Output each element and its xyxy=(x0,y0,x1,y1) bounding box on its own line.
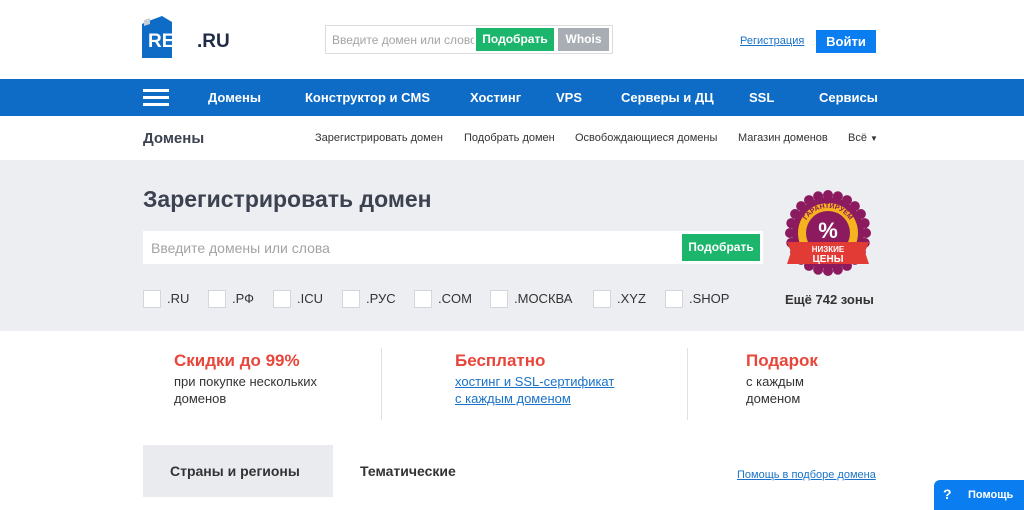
promo-heading: Скидки до 99% xyxy=(174,351,300,370)
domain-search-input[interactable] xyxy=(332,31,474,48)
promo-line: при покупке нескольких xyxy=(174,374,317,389)
promo-heading: Подарок xyxy=(746,351,818,370)
nav-item-hosting[interactable]: Хостинг xyxy=(470,79,521,116)
promo-gift: Подарок с каждым доменом xyxy=(746,351,818,407)
section-title: Домены xyxy=(143,130,205,147)
promo-free: Бесплатно хостинг и SSL-сертификат с каж… xyxy=(455,351,614,407)
logo-suffix: .RU xyxy=(197,31,230,52)
more-zones-link[interactable]: Ещё 742 зоны xyxy=(785,292,874,307)
help-label: Помощь xyxy=(968,489,1014,501)
low-price-badge: ГАРАНТИРУЕМ % НИЗКИЕ ЦЕНЫ xyxy=(785,190,871,276)
reg-ru-logo[interactable]: REG .RU xyxy=(142,14,237,60)
whois-button[interactable]: Whois xyxy=(558,28,609,51)
checkbox[interactable] xyxy=(593,290,611,308)
promo-text: хостинг и SSL-сертификат с каждым домено… xyxy=(455,373,614,407)
zone-label: .РУС xyxy=(366,291,396,306)
checkbox[interactable] xyxy=(273,290,291,308)
logo-text: REG xyxy=(148,31,189,52)
zone-label: .COM xyxy=(438,291,472,306)
page-title: Зарегистрировать домен xyxy=(143,186,432,212)
menu-icon[interactable] xyxy=(143,89,169,106)
hero-pick-button[interactable]: Подобрать xyxy=(682,234,760,261)
tab-thematic[interactable]: Тематические xyxy=(360,463,456,479)
promo-text: при покупке нескольких доменов xyxy=(174,373,317,407)
hero-domain-input[interactable] xyxy=(151,239,671,257)
checkbox[interactable] xyxy=(490,290,508,308)
zone-label: .РФ xyxy=(232,291,255,306)
subnav-domain-shop[interactable]: Магазин доменов xyxy=(738,132,828,144)
divider xyxy=(687,348,688,420)
checkbox[interactable] xyxy=(342,290,360,308)
zone-label: .SHOP xyxy=(689,291,730,306)
login-button[interactable]: Войти xyxy=(816,30,876,53)
site-header: REG .RU Подобрать Whois Регистрация Войт… xyxy=(0,0,1024,79)
domain-search-box: Подобрать Whois xyxy=(325,25,613,54)
nav-item-domains[interactable]: Домены xyxy=(208,79,261,116)
percent-symbol: % xyxy=(818,218,838,243)
promo-line: доменом xyxy=(746,391,801,406)
subnav-all-dropdown[interactable]: Всё ▼ xyxy=(848,132,878,144)
main-nav: Домены Конструктор и CMS Хостинг VPS Сер… xyxy=(0,79,1024,116)
nav-item-servers[interactable]: Серверы и ДЦ xyxy=(621,79,714,116)
promo-text: с каждым доменом xyxy=(746,373,818,407)
zone-label: .XYZ xyxy=(617,291,646,306)
nav-item-ssl[interactable]: SSL xyxy=(749,79,774,116)
checkbox[interactable] xyxy=(665,290,683,308)
checkbox[interactable] xyxy=(208,290,226,308)
badge-ribbon-line1: НИЗКИЕ xyxy=(812,245,845,254)
nav-item-vps[interactable]: VPS xyxy=(556,79,582,116)
promo-line: доменов xyxy=(174,391,227,406)
nav-item-builder-cms[interactable]: Конструктор и CMS xyxy=(305,79,430,116)
nav-item-services[interactable]: Сервисы xyxy=(819,79,878,116)
subnav-all-label: Всё xyxy=(848,132,867,144)
sub-nav: Домены Зарегистрировать домен Подобрать … xyxy=(0,116,1024,160)
promo-discount: Скидки до 99% при покупке нескольких дом… xyxy=(174,351,317,407)
promo-line: с каждым xyxy=(746,374,804,389)
domain-help-link[interactable]: Помощь в подборе домена xyxy=(737,469,876,481)
register-link[interactable]: Регистрация xyxy=(740,35,804,47)
subnav-expiring-domains[interactable]: Освобождающиеся домены xyxy=(575,132,717,144)
promo-link-each-domain[interactable]: с каждым доменом xyxy=(455,391,571,406)
promo-heading: Бесплатно xyxy=(455,351,546,370)
subnav-pick-domain[interactable]: Подобрать домен xyxy=(464,132,555,144)
checkbox[interactable] xyxy=(414,290,432,308)
caret-down-icon: ▼ xyxy=(870,134,878,143)
promo-link-hosting-ssl[interactable]: хостинг и SSL-сертификат xyxy=(455,374,614,389)
question-icon: ? xyxy=(943,486,952,502)
zone-label: .ICU xyxy=(297,291,323,306)
zone-label: .RU xyxy=(167,291,190,306)
zone-label: .МОСКВА xyxy=(514,291,573,306)
tab-countries-regions[interactable]: Страны и регионы xyxy=(170,463,300,479)
pick-domain-button[interactable]: Подобрать xyxy=(476,28,554,51)
checkbox[interactable] xyxy=(143,290,161,308)
badge-ribbon-line2: ЦЕНЫ xyxy=(813,254,844,265)
hero-search-box: Подобрать xyxy=(143,231,763,264)
subnav-register-domain[interactable]: Зарегистрировать домен xyxy=(315,132,443,144)
divider xyxy=(381,348,382,420)
domain-register-panel: Зарегистрировать домен Подобрать .RU .РФ… xyxy=(0,160,1024,331)
